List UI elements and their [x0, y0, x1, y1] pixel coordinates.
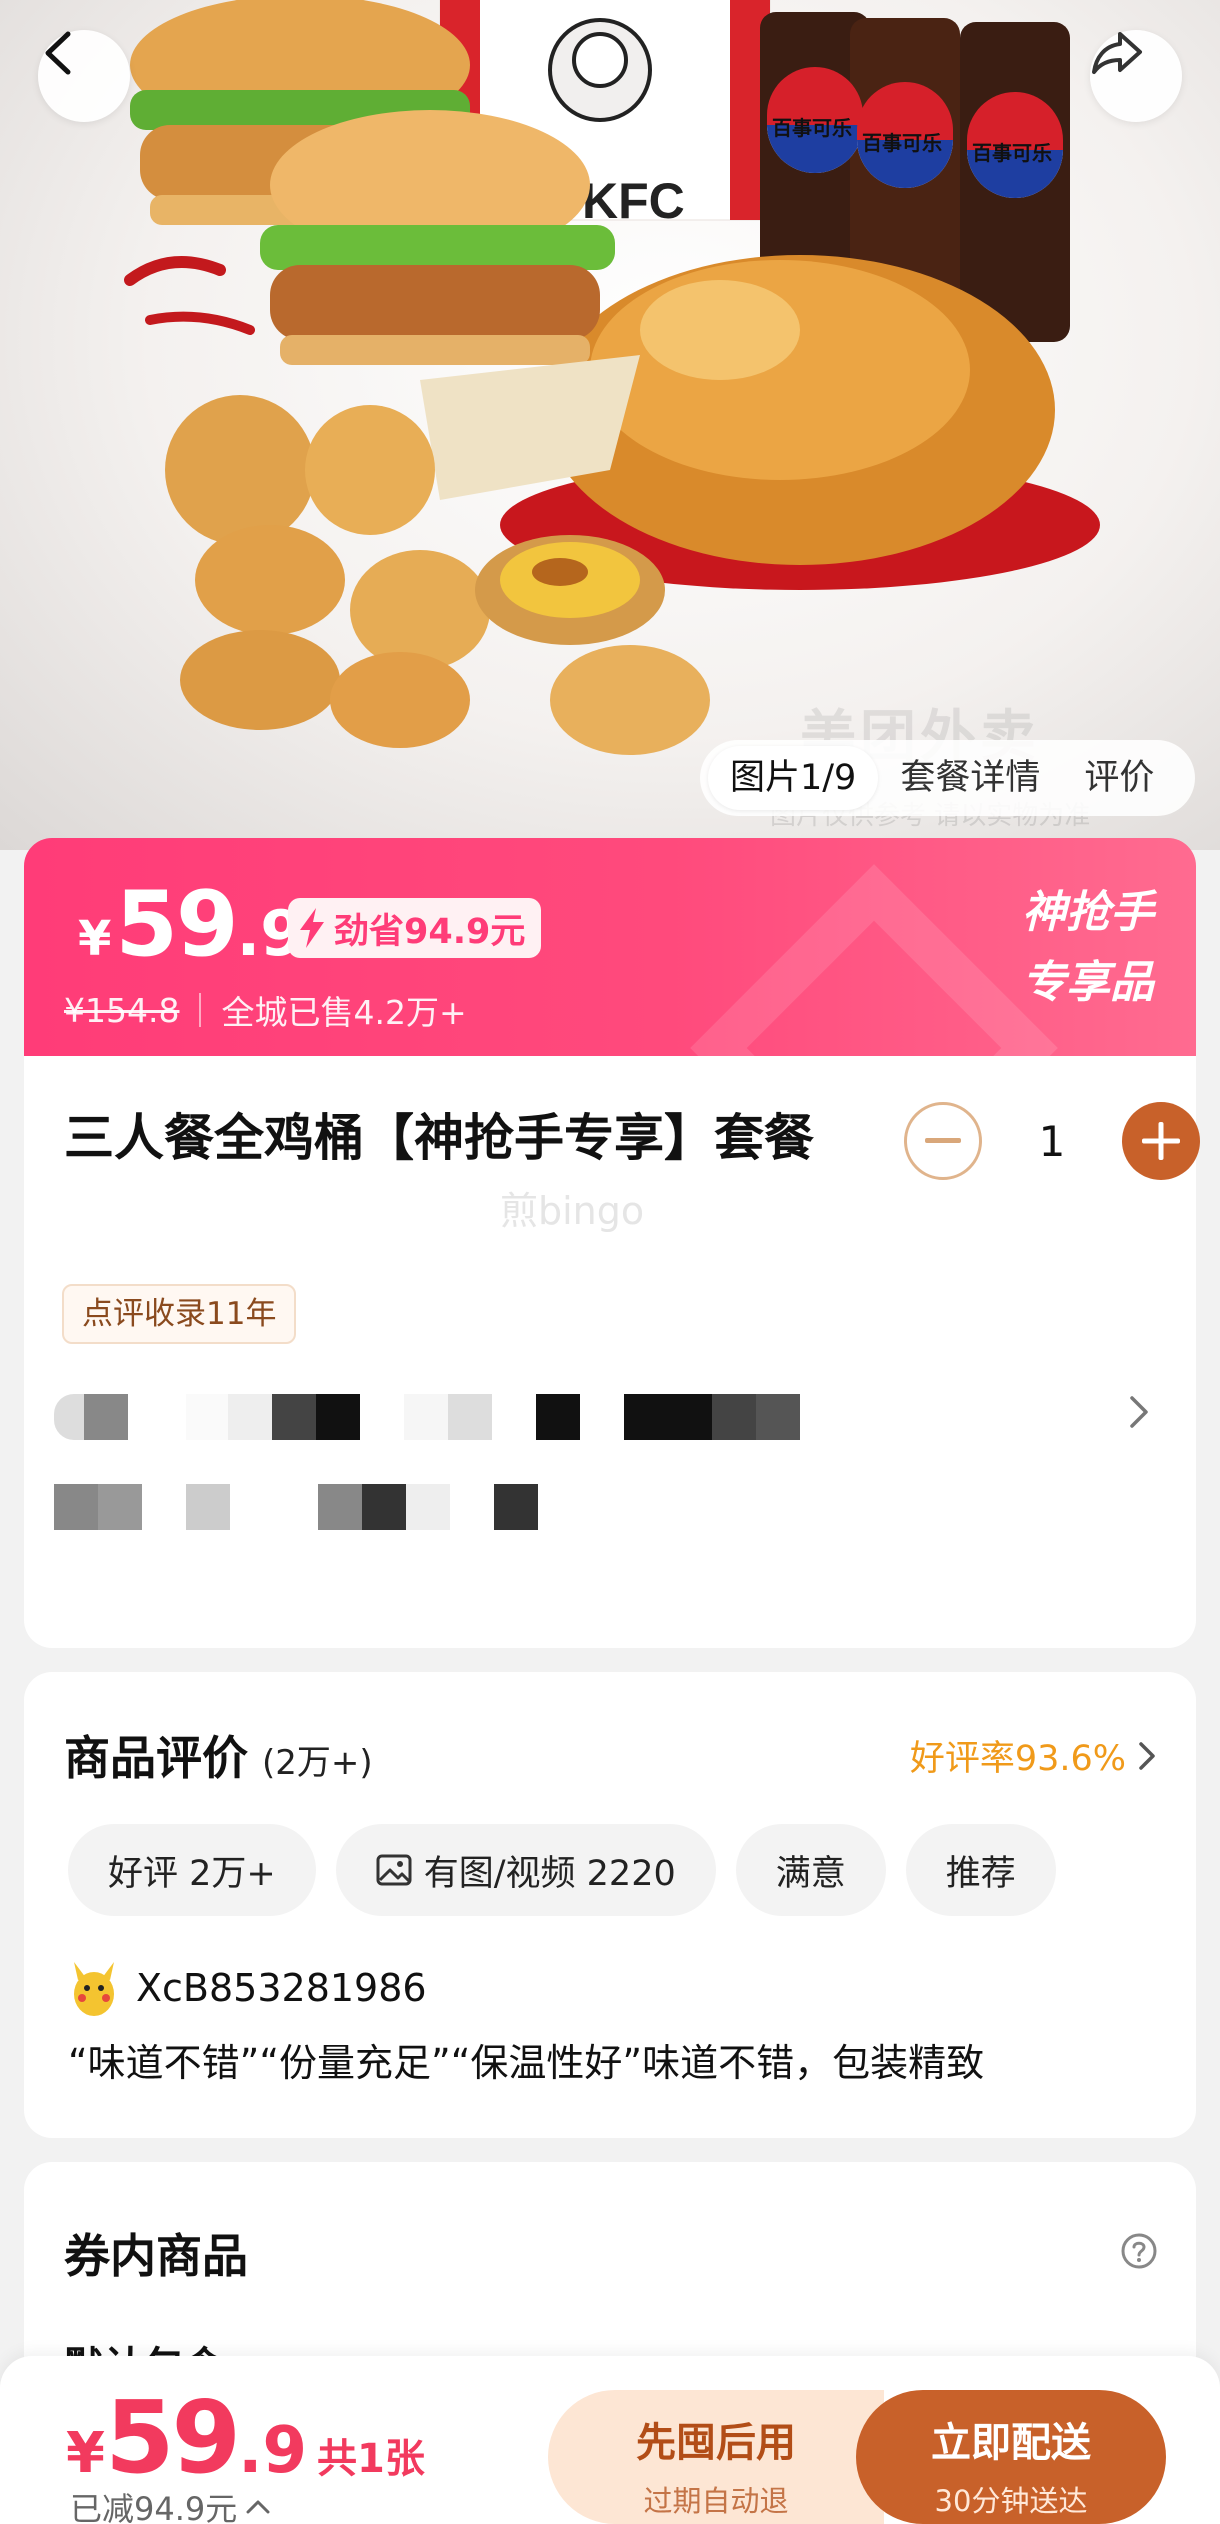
avatar: [74, 1962, 114, 2016]
sold-count: 全城已售4.2万+: [221, 993, 467, 1032]
quantity-value: 1: [1038, 1116, 1066, 1166]
deliver-now-button[interactable]: 立即配送 30分钟送达: [856, 2390, 1166, 2524]
price-integer: 59: [115, 872, 238, 977]
savings-badge: 劲省94.9元: [288, 898, 542, 958]
image-icon: [376, 1854, 412, 1886]
cup-label: 百事可乐: [772, 116, 852, 140]
plus-icon: [1142, 1122, 1180, 1160]
chevron-right-icon: [1139, 1741, 1155, 1770]
price-meta: ¥154.8 全城已售4.2万+: [64, 986, 467, 1034]
minus-icon: [925, 1138, 961, 1143]
review-card: 商品评价 (2万+) 好评率93.6% 好评 2万+ 有图/视频 2220 满意…: [24, 1672, 1196, 2138]
cup-label: 百事可乐: [972, 141, 1052, 165]
buy-later-sub: 过期自动退: [643, 2484, 789, 2518]
filter-chip-media-label: 有图/视频 2220: [423, 1853, 676, 1894]
deliver-now-sub: 30分钟送达: [934, 2484, 1088, 2518]
quantity-stepper: 1: [904, 1102, 1200, 1180]
good-rate-link[interactable]: 好评率93.6%: [910, 1730, 1156, 1781]
original-price: ¥154.8: [64, 990, 180, 1030]
filter-chip-media[interactable]: 有图/视频 2220: [335, 1824, 716, 1916]
review-title: 商品评价: [64, 1731, 248, 1785]
chevron-right-icon: [1130, 1396, 1148, 1428]
filter-chip-recommend[interactable]: 推荐: [905, 1824, 1056, 1916]
tab-package-details[interactable]: 套餐详情: [878, 746, 1062, 810]
product-card: 三人餐全鸡桶【神抢手专享】套餐 煎bingo 1 点评收录11年: [24, 1056, 1200, 1648]
product-image-gallery[interactable]: KFC 百事可乐 百事可乐 百事可乐 美团外卖 图片仅供参考 请以实物为准 图片…: [0, 0, 1220, 850]
review-filter-chips: 好评 2万+ 有图/视频 2220 满意 推荐: [68, 1824, 1076, 1916]
deliver-now-label: 立即配送: [931, 2420, 1091, 2466]
buy-later-button[interactable]: 先囤后用 过期自动退: [548, 2390, 884, 2524]
redacted-info-row[interactable]: [54, 1394, 800, 1440]
divider: [199, 993, 202, 1027]
increase-quantity-button[interactable]: [1122, 1102, 1200, 1180]
redacted-info-row: [54, 1484, 538, 1530]
share-icon: [1092, 32, 1142, 74]
savings-label: 劲省94.9元: [334, 911, 526, 952]
reviewer-name: XcB853281986: [136, 1966, 427, 2010]
total-price: ¥ 59 .9 共1张: [66, 2379, 425, 2496]
reviewer: XcB853281986: [68, 1958, 427, 2018]
listing-age-tag: 点评收录11年: [62, 1284, 297, 1344]
price-currency: ¥: [78, 911, 112, 967]
total-integer: 59: [104, 2379, 241, 2496]
product-title: 三人餐全鸡桶【神抢手专享】套餐: [64, 1109, 814, 1167]
voucher-count: 共1张: [316, 2436, 425, 2482]
good-rate: 好评率93.6%: [909, 1739, 1126, 1779]
saved-amount: 已减94.9元: [70, 2490, 238, 2524]
filter-chip-satisfied[interactable]: 满意: [735, 1824, 886, 1916]
cup-label: 百事可乐: [862, 131, 942, 155]
decrease-quantity-button[interactable]: [904, 1102, 982, 1180]
lightning-icon: [300, 908, 324, 948]
bottom-action-bar: ¥ 59 .9 共1张 已减94.9元 先囤后用 过期自动退 立即配送 30分钟…: [0, 2356, 1220, 2524]
exclusive-line1: 神抢手: [1022, 887, 1154, 938]
bucket-label: KFC: [582, 173, 685, 229]
gallery-tabs: 图片1/9 套餐详情 评价: [700, 740, 1195, 816]
exclusive-label: 神抢手 专享品: [1022, 878, 1154, 1018]
tab-images[interactable]: 图片1/9: [708, 746, 879, 810]
savings-detail-toggle[interactable]: 已减94.9元: [70, 2484, 271, 2524]
exclusive-line2: 专享品: [1022, 957, 1154, 1008]
buy-later-label: 先囤后用: [636, 2420, 796, 2466]
price-banner: ¥ 59 .9 劲省94.9元 ¥154.8 全城已售4.2万+ 神抢手 专享品: [24, 838, 1196, 1056]
chevron-up-icon: [246, 2500, 270, 2514]
banner-decoration: [690, 864, 1058, 1056]
chevron-left-icon: [45, 31, 71, 75]
user-watermark: 煎bingo: [500, 1189, 645, 1233]
review-header: 商品评价 (2万+): [64, 1722, 373, 1788]
help-icon[interactable]: [1120, 2232, 1158, 2270]
tab-reviews[interactable]: 评价: [1062, 746, 1176, 810]
back-button[interactable]: [38, 30, 130, 122]
review-count: (2万+): [262, 1743, 373, 1783]
total-decimal: .9: [238, 2414, 307, 2488]
filter-chip-positive[interactable]: 好评 2万+: [68, 1824, 316, 1916]
current-price: ¥ 59 .9: [78, 872, 303, 977]
voucher-title: 券内商品: [64, 2229, 248, 2283]
share-button[interactable]: [1090, 30, 1182, 122]
total-currency: ¥: [66, 2421, 105, 2486]
review-text: “味道不错”“份量充足”“保温性好”味道不错，包装精致: [68, 2041, 985, 2085]
